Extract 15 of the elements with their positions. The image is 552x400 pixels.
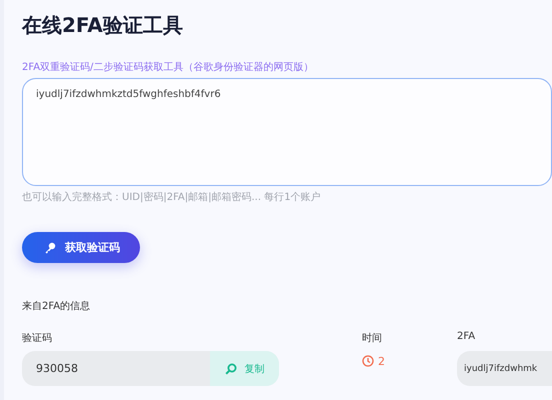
key-icon	[44, 242, 56, 254]
secret-label: 2FA	[457, 331, 476, 344]
section-heading: 来自2FA的信息	[22, 300, 92, 313]
secret-field: iyudlj7ifzdwhmk	[457, 351, 552, 386]
format-hint: 也可以输入完整格式：UID|密码|2FA|邮箱|邮箱密码... 每行1个账户	[22, 190, 322, 204]
get-code-button[interactable]: 获取验证码	[22, 232, 140, 263]
code-field: 930058 复制	[22, 351, 279, 386]
time-value: 2	[378, 354, 385, 368]
secret-input-field[interactable]: iyudlj7ifzdwhmkztd5fwghfeshbf4fvr6	[22, 78, 552, 186]
time-label: 时间	[362, 332, 383, 345]
search-icon	[224, 362, 236, 374]
clock-icon	[362, 355, 374, 367]
page-title: 在线2FA验证工具	[22, 12, 184, 38]
subtitle: 2FA双重验证码/二步验证码获取工具（谷歌身份验证器的网页版）	[22, 60, 314, 74]
code-label: 验证码	[22, 332, 53, 345]
